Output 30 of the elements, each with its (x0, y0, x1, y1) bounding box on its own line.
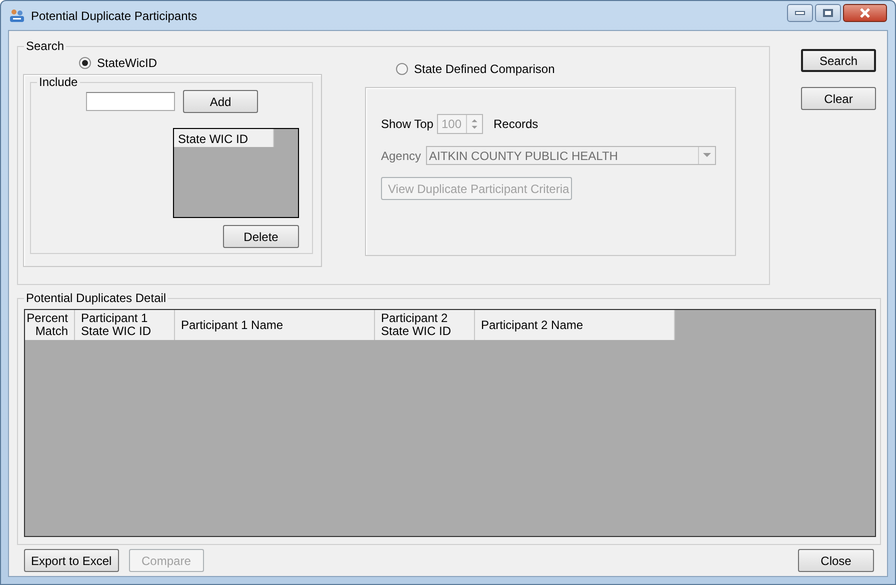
column-header[interactable]: Percent Match (25, 310, 75, 340)
minimize-button[interactable] (787, 4, 813, 22)
radio-option[interactable]: StateWicID (79, 55, 323, 71)
window-title: Potential Duplicate Participants (31, 8, 198, 22)
close-button[interactable] (843, 4, 887, 22)
input-field[interactable] (86, 92, 175, 111)
action-button[interactable]: Export to Excel (24, 549, 119, 572)
data-grid[interactable]: Percent Match Participant 1 State WIC ID Participant 1 Name Participant 2 State WIC ID Participant 2 Name (24, 309, 876, 537)
people-icon (9, 8, 25, 22)
show-top-label: Show Top (381, 117, 434, 131)
list-box[interactable]: State WIC ID (173, 128, 299, 218)
column-header[interactable]: Participant 2 Name (475, 310, 675, 340)
column-header[interactable]: Participant 1 Name (175, 310, 375, 340)
records-label: Records (493, 117, 538, 131)
radio-option[interactable]: State Defined Comparison (396, 61, 736, 77)
group-label: Potential Duplicates Detail (25, 291, 168, 305)
close-icon (858, 8, 872, 18)
column-header[interactable]: Participant 2 State WIC ID (375, 310, 475, 340)
action-button[interactable]: Search (801, 49, 876, 72)
agency-label: Agency (381, 148, 422, 162)
action-button[interactable]: Clear (801, 87, 876, 110)
delete-button[interactable]: Delete (223, 225, 299, 248)
column-header[interactable]: Participant 1 State WIC ID (75, 310, 175, 340)
dropdown-arrow-icon (703, 153, 712, 158)
maximize-button[interactable] (815, 4, 841, 22)
group-label: Include (38, 75, 79, 89)
add-button[interactable]: Add (183, 90, 258, 113)
group-label: Search (25, 39, 66, 53)
close-dialog-button[interactable]: Close (798, 549, 874, 572)
list-header: State WIC ID (174, 129, 274, 147)
